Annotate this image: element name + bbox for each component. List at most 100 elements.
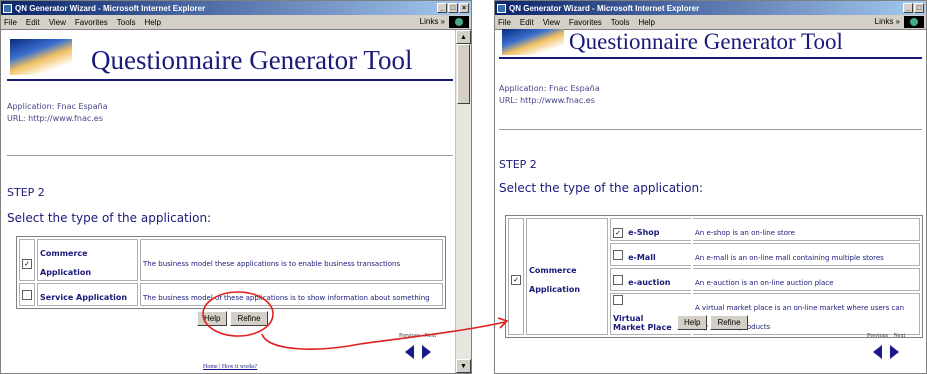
subtype-description: An e-auction is an on-line auction place: [695, 279, 834, 287]
application-info: Application: Fnac España URL: http://www…: [499, 83, 922, 107]
vertical-scrollbar[interactable]: ▲ ▼: [455, 30, 471, 373]
nav-labels: Previous Next: [399, 333, 436, 339]
menu-favorites[interactable]: Favorites: [569, 18, 602, 27]
scroll-up-arrow-icon[interactable]: ▲: [456, 30, 471, 44]
select-type-heading: Select the type of the application:: [7, 211, 212, 225]
type-description: The business model these applications is…: [143, 259, 401, 268]
previous-arrow-icon[interactable]: [873, 345, 882, 359]
maximize-button[interactable]: □: [914, 3, 924, 13]
minimize-button[interactable]: _: [437, 3, 447, 13]
table-row: ✓ Commerce Application ✓ e-Shop An e-sho…: [508, 218, 920, 335]
nav-labels: Previous Next: [867, 333, 905, 339]
menu-help[interactable]: Help: [638, 18, 654, 27]
eauction-checkbox[interactable]: [613, 275, 623, 285]
commerce-checkbox[interactable]: ✓: [511, 275, 521, 285]
ie-icon: [497, 3, 506, 13]
title-bar: QN Generator Wizard - Microsoft Internet…: [1, 1, 471, 15]
banner-logo: [502, 29, 564, 55]
page-content: Questionnaire Generator Tool Application…: [499, 29, 923, 373]
page-header: Questionnaire Generator Tool: [7, 31, 453, 81]
subtype-description: An e-mall is an on-line mall containing …: [695, 254, 884, 262]
select-type-heading: Select the type of the application:: [499, 181, 704, 195]
next-arrow-icon[interactable]: [422, 345, 431, 359]
service-checkbox[interactable]: [22, 290, 32, 300]
maximize-button[interactable]: □: [448, 3, 458, 13]
menu-view[interactable]: View: [49, 18, 66, 27]
help-button[interactable]: Help: [677, 315, 708, 330]
virtual-market-checkbox[interactable]: [613, 295, 623, 305]
window-title: QN Generator Wizard - Microsoft Internet…: [509, 3, 700, 13]
menu-file[interactable]: File: [498, 18, 511, 27]
links-menu[interactable]: Links »: [875, 17, 900, 26]
browser-window-step2-expanded: QN Generator Wizard - Microsoft Internet…: [494, 0, 927, 374]
close-button[interactable]: ×: [459, 3, 469, 13]
menu-tools[interactable]: Tools: [611, 18, 630, 27]
footer-links: Home | How it works?: [203, 364, 257, 370]
header-divider: [7, 79, 453, 81]
next-label: Next: [424, 333, 437, 339]
ie-icon: [3, 3, 12, 13]
menu-edit[interactable]: Edit: [26, 18, 40, 27]
menu-tools[interactable]: Tools: [117, 18, 136, 27]
type-name: Commerce Application: [529, 265, 581, 294]
step-label: STEP 2: [499, 158, 537, 171]
header-divider: [499, 57, 922, 59]
commerce-checkbox[interactable]: ✓: [22, 258, 32, 269]
application-info: Application: Fnac España URL: http://www…: [7, 101, 453, 125]
menu-file[interactable]: File: [4, 18, 17, 27]
how-it-works-link[interactable]: How it works?: [222, 364, 257, 370]
table-row: Service Application The business model o…: [19, 283, 443, 306]
application-name: Application: Fnac España: [7, 102, 108, 111]
menu-favorites[interactable]: Favorites: [75, 18, 108, 27]
page-title: Questionnaire Generator Tool: [569, 29, 843, 54]
step-label: STEP 2: [7, 186, 45, 199]
title-bar: QN Generator Wizard - Microsoft Internet…: [495, 1, 926, 15]
windows-logo-icon: [904, 16, 924, 28]
refine-button[interactable]: Refine: [710, 315, 748, 330]
eshop-checkbox[interactable]: ✓: [613, 228, 623, 238]
application-url: URL: http://www.fnac.es: [499, 96, 595, 105]
nav-arrows: [405, 345, 431, 359]
table-row: ✓ Commerce Application The business mode…: [19, 239, 443, 281]
menu-edit[interactable]: Edit: [520, 18, 534, 27]
subtype-name: e-Mall: [628, 253, 656, 262]
previous-arrow-icon[interactable]: [405, 345, 414, 359]
type-name: Service Application: [40, 293, 128, 302]
action-buttons: Help Refine: [677, 315, 748, 330]
subtype-name: e-auction: [628, 278, 671, 287]
type-name: Commerce Application: [40, 249, 92, 277]
subtype-description: An e-shop is an on-line store: [695, 229, 795, 237]
home-link[interactable]: Home: [203, 364, 218, 370]
menu-bar: File Edit View Favorites Tools Help Link…: [495, 15, 926, 30]
subtype-name: Virtual Market Place: [613, 314, 672, 332]
banner-logo: [10, 39, 72, 75]
menu-bar: File Edit View Favorites Tools Help Link…: [1, 15, 471, 30]
window-title: QN Generator Wizard - Microsoft Internet…: [15, 3, 206, 13]
section-divider: [499, 129, 922, 130]
menu-help[interactable]: Help: [144, 18, 160, 27]
scroll-down-arrow-icon[interactable]: ▼: [456, 359, 471, 373]
emall-checkbox[interactable]: [613, 250, 623, 260]
application-name: Application: Fnac España: [499, 84, 600, 93]
scroll-thumb[interactable]: [457, 44, 470, 104]
section-divider: [7, 155, 453, 156]
type-description: The business model of these applications…: [143, 294, 430, 302]
links-menu[interactable]: Links »: [420, 17, 445, 26]
help-button[interactable]: Help: [197, 311, 228, 326]
windows-logo-icon: [449, 16, 469, 28]
action-buttons: Help Refine: [197, 311, 268, 326]
next-arrow-icon[interactable]: [890, 345, 899, 359]
page-content: Questionnaire Generator Tool Application…: [7, 31, 453, 373]
page-title: Questionnaire Generator Tool: [91, 45, 413, 75]
minimize-button[interactable]: _: [903, 3, 913, 13]
menu-view[interactable]: View: [543, 18, 560, 27]
nav-arrows: [873, 345, 899, 359]
application-type-table: ✓ Commerce Application The business mode…: [16, 236, 446, 309]
browser-window-step2: QN Generator Wizard - Microsoft Internet…: [0, 0, 472, 374]
footer-separator: |: [219, 364, 221, 370]
previous-label: Previous: [867, 333, 888, 339]
next-label: Next: [893, 333, 906, 339]
subtype-name: e-Shop: [628, 228, 660, 237]
application-url: URL: http://www.fnac.es: [7, 114, 103, 123]
refine-button[interactable]: Refine: [230, 311, 268, 326]
